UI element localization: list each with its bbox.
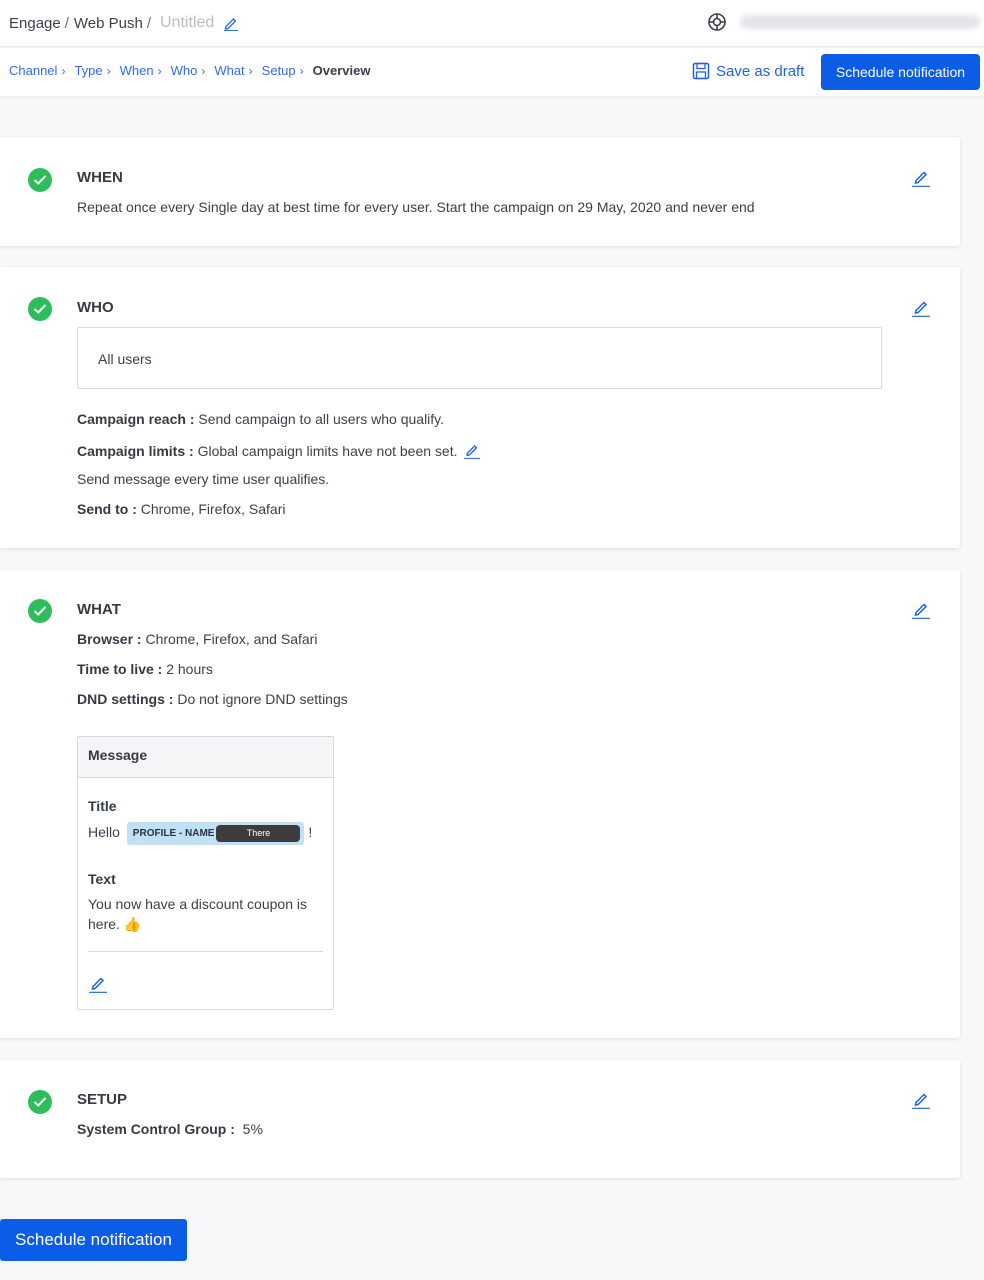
ttl-value: 2 hours bbox=[162, 661, 213, 677]
step-who[interactable]: Who bbox=[171, 63, 198, 78]
edit-when-pencil-icon[interactable] bbox=[911, 167, 931, 187]
edit-what-pencil-icon[interactable] bbox=[911, 599, 931, 619]
check-circle-icon bbox=[28, 1090, 52, 1114]
when-description: Repeat once every Single day at best tim… bbox=[77, 199, 755, 215]
message-title-label: Title bbox=[88, 798, 117, 814]
dnd-line: DND settings : Do not ignore DND setting… bbox=[77, 691, 348, 707]
who-title: WHO bbox=[77, 299, 114, 316]
browser-label: Browser : bbox=[77, 631, 142, 647]
message-text-line-2: here. 👍 bbox=[88, 916, 142, 932]
chevron-right-icon: › bbox=[201, 63, 206, 78]
campaign-reach-value: Send campaign to all users who qualify. bbox=[194, 411, 445, 427]
ttl-line: Time to live : 2 hours bbox=[77, 661, 213, 677]
segment-label: All users bbox=[98, 351, 152, 367]
ttl-label: Time to live : bbox=[77, 661, 163, 677]
control-group-value: 5% bbox=[234, 1121, 263, 1137]
chevron-right-icon: › bbox=[248, 63, 253, 78]
campaign-reach-line: Campaign reach : Send campaign to all us… bbox=[77, 411, 444, 427]
save-draft-label: Save as draft bbox=[716, 62, 805, 80]
edit-limits-pencil-icon[interactable] bbox=[463, 441, 481, 462]
edit-setup-pencil-icon[interactable] bbox=[911, 1089, 931, 1109]
personalization-tag[interactable]: PROFILE - NAME There bbox=[126, 822, 305, 845]
step-what[interactable]: What bbox=[214, 63, 244, 78]
control-group-line: System Control Group : 5% bbox=[77, 1121, 263, 1137]
who-card: WHO All users Campaign reach : Send camp… bbox=[0, 267, 960, 548]
browser-value: Chrome, Firefox, and Safari bbox=[141, 631, 318, 647]
breadcrumb: Engage / Web Push / Untitled bbox=[9, 14, 239, 32]
send-to-value: Chrome, Firefox, Safari bbox=[136, 501, 286, 517]
step-channel[interactable]: Channel bbox=[9, 63, 57, 78]
message-title-value: Hello PROFILE - NAME There ! bbox=[88, 822, 312, 845]
check-circle-icon bbox=[28, 599, 52, 623]
step-bar: Channel › Type › When › Who › What › Setup › O… bbox=[0, 48, 984, 96]
campaign-limits-line: Campaign limits : Global campaign limits… bbox=[77, 441, 481, 462]
campaign-reach-label: Campaign reach : bbox=[77, 411, 195, 427]
step-type[interactable]: Type bbox=[74, 63, 102, 78]
when-title: WHEN bbox=[77, 169, 123, 186]
step-when[interactable]: When bbox=[120, 63, 154, 78]
setup-card: SETUP System Control Group : 5% bbox=[0, 1060, 960, 1178]
dnd-label: DND settings : bbox=[77, 691, 174, 707]
step-setup[interactable]: Setup bbox=[262, 63, 296, 78]
campaign-limits-value: Global campaign limits have not been set… bbox=[193, 443, 458, 459]
campaign-name[interactable]: Untitled bbox=[160, 14, 214, 32]
breadcrumb-engage[interactable]: Engage bbox=[9, 15, 61, 32]
control-group-label: System Control Group : bbox=[77, 1121, 235, 1137]
dnd-value: Do not ignore DND settings bbox=[173, 691, 348, 707]
schedule-notification-bottom-button[interactable]: Schedule notification bbox=[0, 1219, 187, 1261]
account-info-blurred[interactable] bbox=[740, 15, 980, 29]
send-to-label: Send to : bbox=[77, 501, 137, 517]
message-text-label: Text bbox=[88, 871, 116, 887]
message-preview: Message Title Hello PROFILE - NAME There… bbox=[77, 736, 334, 1010]
send-to-line: Send to : Chrome, Firefox, Safari bbox=[77, 501, 286, 517]
step-navigation: Channel › Type › When › Who › What › Setup › O… bbox=[9, 63, 370, 78]
edit-message-pencil-icon[interactable] bbox=[88, 973, 108, 993]
chevron-right-icon: › bbox=[61, 63, 66, 78]
message-text-line-1: You now have a discount coupon is bbox=[88, 896, 307, 912]
segment-box: All users bbox=[77, 327, 882, 389]
help-lifebuoy-icon[interactable] bbox=[707, 12, 727, 32]
chevron-right-icon: › bbox=[157, 63, 162, 78]
setup-title: SETUP bbox=[77, 1091, 128, 1108]
tag-key: PROFILE - NAME bbox=[132, 828, 215, 839]
divider bbox=[88, 951, 323, 952]
breadcrumb-separator: / bbox=[146, 14, 151, 32]
what-card: WHAT Browser : Chrome, Firefox, and Safa… bbox=[0, 570, 960, 1038]
save-draft-button[interactable]: Save as draft bbox=[692, 62, 804, 80]
schedule-notification-button[interactable]: Schedule notification bbox=[821, 54, 980, 90]
check-circle-icon bbox=[28, 297, 52, 321]
edit-name-pencil-icon[interactable] bbox=[223, 15, 239, 31]
step-overview[interactable]: Overview bbox=[313, 63, 371, 78]
tag-default-value: There bbox=[216, 825, 301, 842]
chevron-right-icon: › bbox=[299, 63, 304, 78]
browser-line: Browser : Chrome, Firefox, and Safari bbox=[77, 631, 317, 647]
campaign-limits-label: Campaign limits : bbox=[77, 443, 194, 459]
title-suffix: ! bbox=[308, 824, 313, 841]
check-circle-icon bbox=[28, 168, 52, 192]
message-header: Message bbox=[78, 737, 333, 778]
frequency-line: Send message every time user qualifies. bbox=[77, 471, 330, 487]
what-title: WHAT bbox=[77, 601, 121, 618]
chevron-right-icon: › bbox=[106, 63, 111, 78]
title-prefix: Hello bbox=[88, 824, 120, 841]
breadcrumb-separator: / bbox=[64, 14, 69, 32]
edit-who-pencil-icon[interactable] bbox=[911, 297, 931, 317]
breadcrumb-web-push[interactable]: Web Push bbox=[74, 15, 143, 32]
floppy-disk-icon bbox=[692, 62, 710, 80]
when-card: WHEN Repeat once every Single day at bes… bbox=[0, 137, 960, 246]
top-bar: Engage / Web Push / Untitled bbox=[0, 0, 984, 47]
